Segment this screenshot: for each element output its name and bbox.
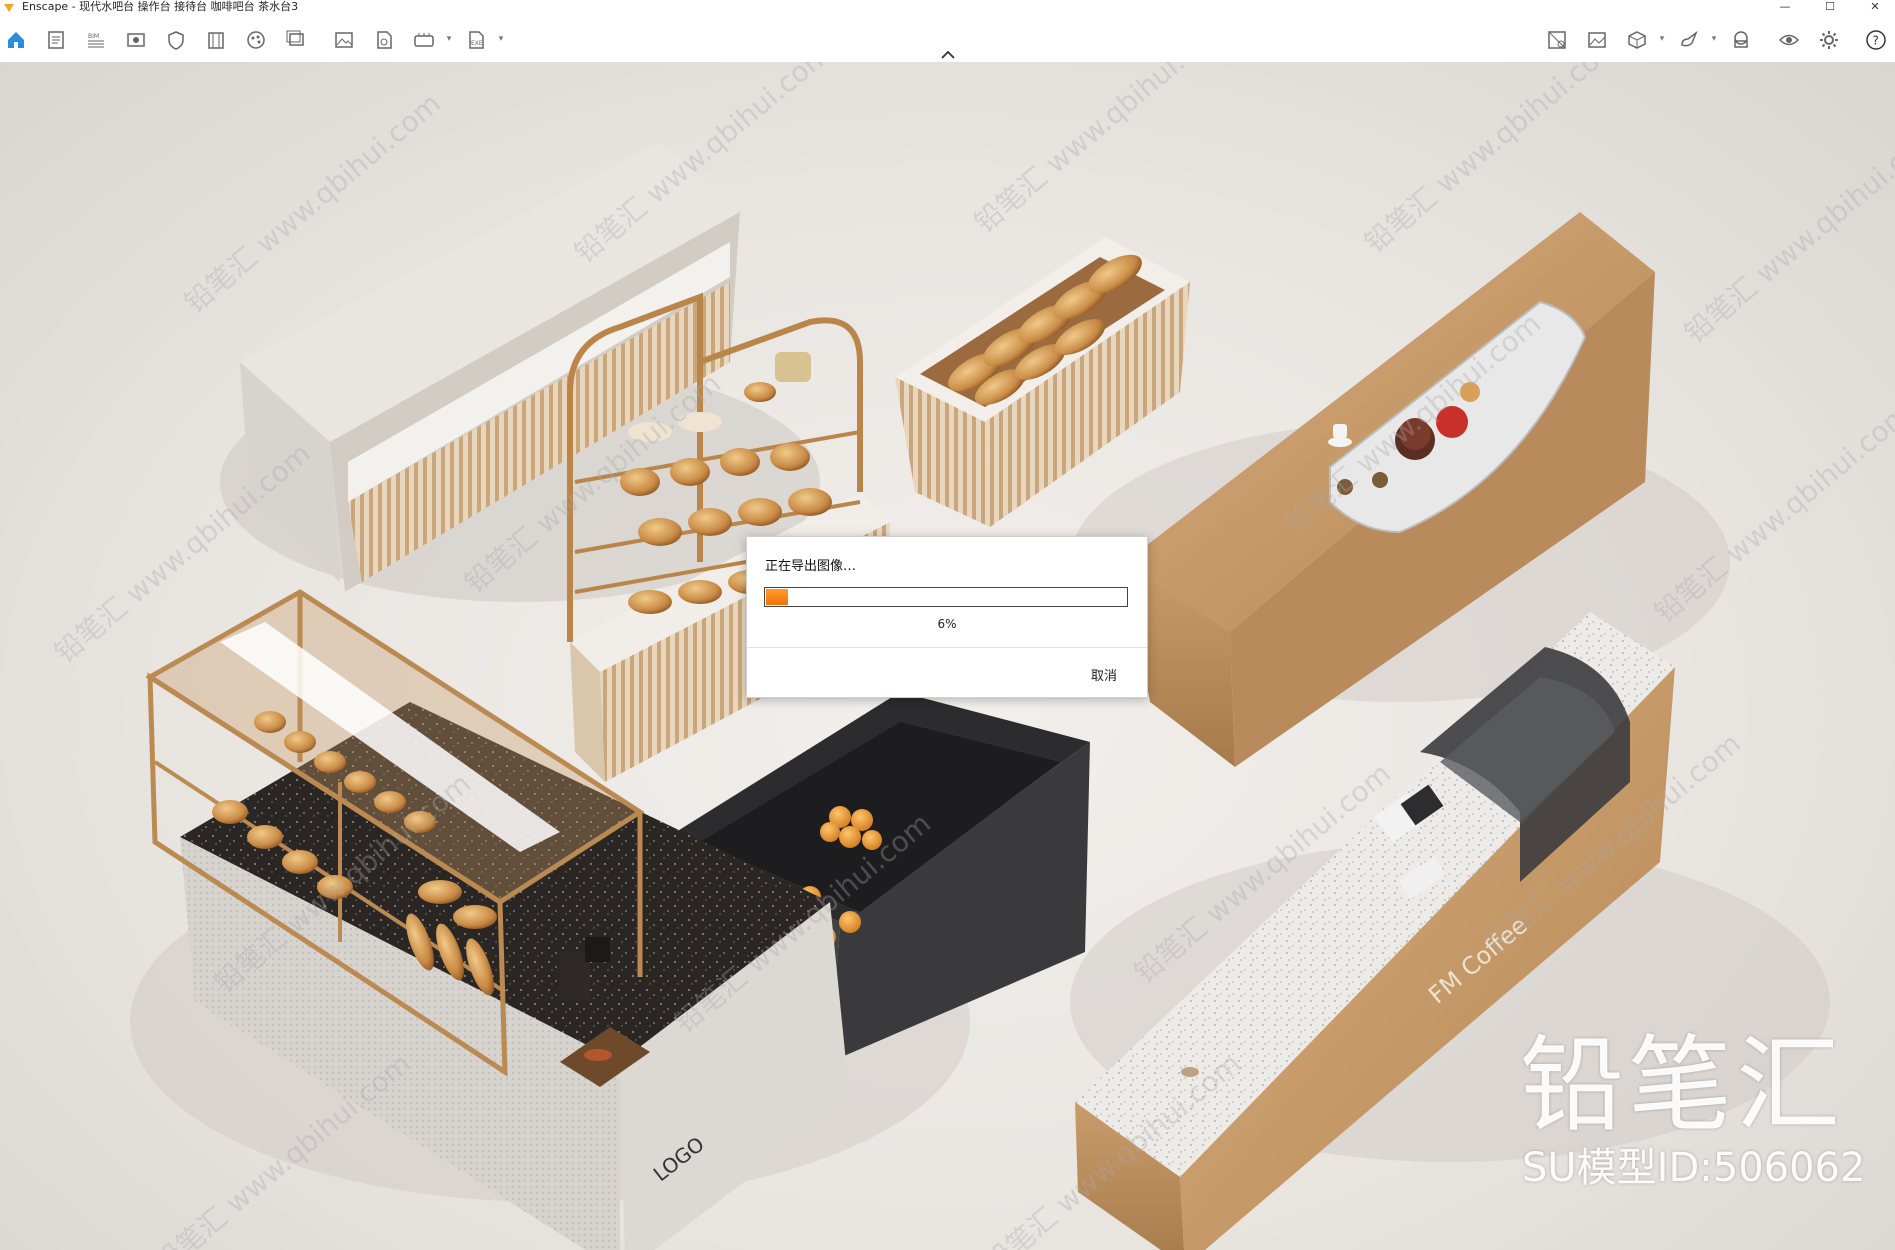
enscape-logo-icon bbox=[4, 4, 14, 12]
progress-percent: 6% bbox=[937, 617, 957, 631]
image-icon[interactable] bbox=[332, 28, 356, 52]
visibility-icon[interactable] bbox=[1777, 28, 1801, 52]
batch-render-icon[interactable] bbox=[284, 28, 308, 52]
svg-text:?: ? bbox=[1873, 34, 1879, 48]
svg-text:EXE: EXE bbox=[471, 40, 483, 47]
export-progress-dialog: 正在导出图像… 6% 取消 bbox=[746, 536, 1148, 698]
watermark-model-id: SU模型ID:506062 bbox=[1522, 1145, 1866, 1191]
progress-bar bbox=[764, 587, 1128, 607]
building-icon[interactable] bbox=[204, 28, 228, 52]
bim-icon[interactable]: BIM bbox=[84, 28, 108, 52]
watermark-brand: 铅笔汇 bbox=[1520, 1024, 1845, 1146]
minimize-button[interactable]: — bbox=[1765, 0, 1805, 14]
maximize-button[interactable]: ☐ bbox=[1810, 0, 1850, 14]
close-button[interactable]: ✕ bbox=[1855, 0, 1895, 14]
window-title: Enscape - 现代水吧台 操作台 接待台 咖啡吧台 茶水台3 bbox=[22, 0, 299, 13]
title-bar: Enscape - 现代水吧台 操作台 接待台 咖啡吧台 茶水台3 — ☐ ✕ bbox=[0, 0, 1895, 14]
chevron-down-icon[interactable]: ▾ bbox=[1657, 34, 1667, 44]
upload-icon[interactable] bbox=[1677, 28, 1701, 52]
progress-fill bbox=[766, 589, 788, 605]
cancel-button[interactable]: 取消 bbox=[1091, 665, 1117, 684]
shield-icon[interactable] bbox=[164, 28, 188, 52]
collapse-toolbar-button[interactable] bbox=[938, 48, 958, 62]
file-export-icon[interactable] bbox=[372, 28, 396, 52]
dialog-message: 正在导出图像… bbox=[765, 559, 857, 574]
material-icon[interactable] bbox=[244, 28, 268, 52]
help-icon[interactable]: ? bbox=[1864, 28, 1888, 52]
exe-export-icon[interactable]: EXE bbox=[464, 28, 488, 52]
chevron-down-icon[interactable]: ▾ bbox=[496, 34, 506, 44]
svg-text:BIM: BIM bbox=[88, 33, 99, 40]
asset-library-icon[interactable] bbox=[1625, 28, 1649, 52]
settings-icon[interactable] bbox=[1817, 28, 1841, 52]
document-icon[interactable] bbox=[44, 28, 68, 52]
capture-icon[interactable] bbox=[1585, 28, 1609, 52]
chevron-down-icon[interactable]: ▾ bbox=[1709, 34, 1719, 44]
view-icon[interactable] bbox=[124, 28, 148, 52]
dialog-divider bbox=[747, 647, 1147, 648]
chevron-down-icon[interactable]: ▾ bbox=[444, 34, 454, 44]
panorama-icon[interactable] bbox=[412, 28, 436, 52]
vr-headset-icon[interactable] bbox=[1729, 28, 1753, 52]
visual-settings-icon[interactable] bbox=[1545, 28, 1569, 52]
toolbar: BIM ▾ EXE ▾ ▾ ▾ ? bbox=[0, 14, 1895, 63]
home-icon[interactable] bbox=[4, 28, 28, 52]
chevron-up-icon bbox=[941, 51, 955, 59]
